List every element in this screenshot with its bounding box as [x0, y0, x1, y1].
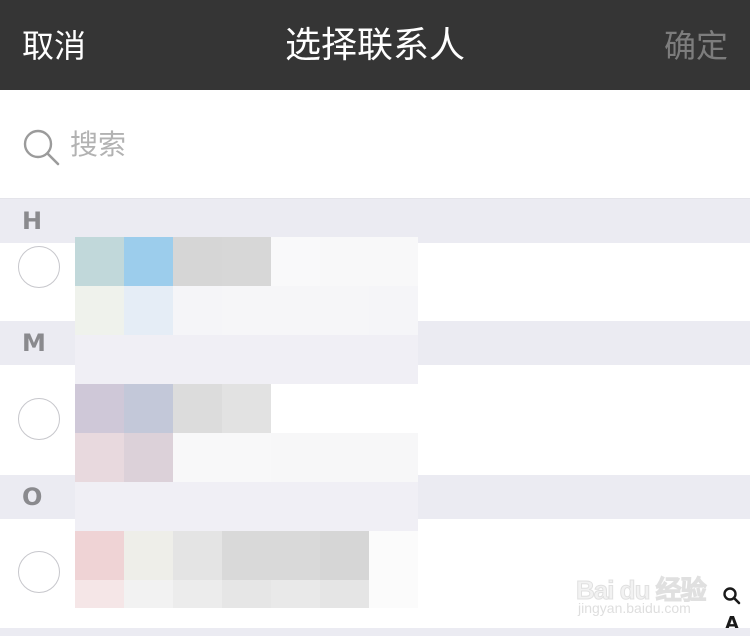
index-search-icon[interactable]: [722, 586, 742, 606]
section-letter: M: [22, 329, 46, 357]
cancel-button[interactable]: 取消: [22, 24, 86, 68]
search-bar[interactable]: [0, 90, 750, 199]
redacted-contact-info: [75, 531, 418, 580]
redacted-contact-info: [75, 580, 418, 608]
select-radio[interactable]: [18, 246, 60, 288]
redacted-contact-info: [75, 237, 418, 384]
select-radio[interactable]: [18, 398, 60, 440]
select-radio[interactable]: [18, 551, 60, 593]
search-icon: [23, 129, 60, 166]
navigation-bar: 取消 选择联系人 确定: [0, 0, 750, 90]
next-section-header: [0, 628, 750, 636]
search-input[interactable]: [70, 122, 710, 166]
page-title: 选择联系人: [284, 25, 465, 66]
redacted-contact-info: [75, 384, 418, 531]
confirm-button[interactable]: 确定: [664, 24, 728, 68]
select-contacts-screen: 取消 选择联系人 确定 H M O: [0, 0, 750, 636]
section-letter: H: [22, 207, 43, 235]
section-letter: O: [22, 483, 43, 511]
